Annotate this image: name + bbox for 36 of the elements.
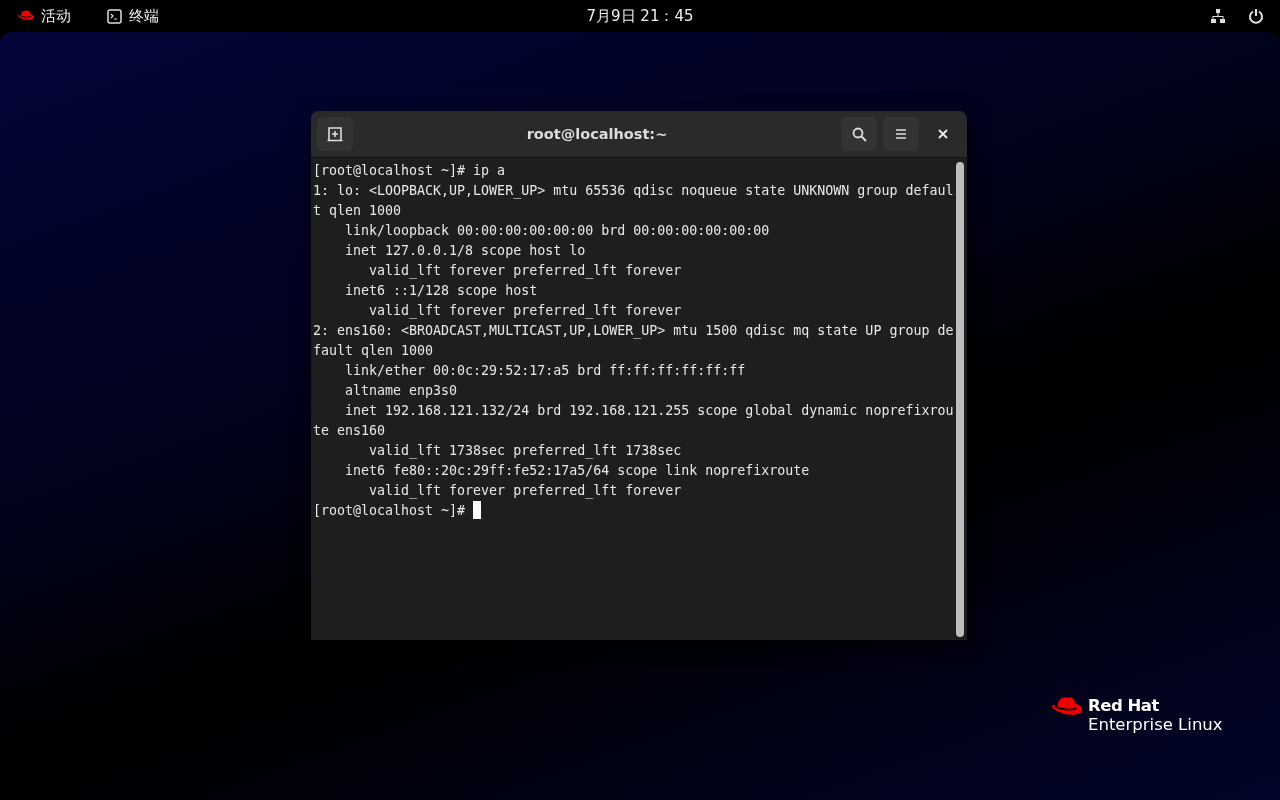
terminal-line: link/ether 00:0c:29:52:17:a5 brd ff:ff:ff:ff:ff:ff — [344, 363, 746, 378]
terminal-icon — [107, 8, 122, 24]
terminal-line: 1: lo: <LOOPBACK,UP,LOWER_UP> mtu 65536 qdisc noqueue state UNKNOWN group defaul — [313, 183, 954, 198]
clock[interactable]: 7月9日 21：45 — [586, 6, 694, 25]
terminal-line: 2: ens160: <BROADCAST,MULTICAST,UP,LOWER_UP> mtu 1500 qdisc mq state UP group de — [313, 323, 954, 338]
terminal-line: valid_lft forever preferred_lft forever — [368, 303, 682, 318]
terminal-line: te ens160 — [313, 423, 386, 438]
search-icon — [851, 126, 867, 142]
terminal-line: [root@localhost ~]# ip a — [313, 163, 506, 178]
terminal-line: inet6 ::1/128 scope host — [344, 283, 538, 298]
terminal-line: link/loopback 00:00:00:00:00:00 brd 00:00:00:00:00:00 — [344, 223, 770, 238]
activities-button[interactable]: 活动 — [41, 6, 71, 26]
network-icon[interactable] — [1210, 8, 1226, 24]
terminal-line: inet 127.0.0.1/8 scope host lo — [344, 243, 586, 258]
logo-text: Red Hat — [1088, 696, 1160, 715]
search-button[interactable] — [841, 117, 877, 151]
logo-text: Enterprise Linux — [1088, 715, 1223, 734]
scrollbar[interactable] — [956, 162, 964, 637]
window-title: root@localhost:~ — [525, 126, 669, 142]
terminal-line: valid_lft 1738sec preferred_lft 1738sec — [368, 443, 682, 458]
terminal-line: valid_lft forever preferred_lft forever — [368, 483, 682, 498]
terminal-line: altname enp3s0 — [344, 383, 458, 398]
new-tab-button[interactable] — [317, 117, 353, 151]
terminal-line: t qlen 1000 — [313, 203, 402, 218]
terminal-line: [root@localhost ~]# — [313, 503, 467, 518]
terminal-line: valid_lft forever preferred_lft forever — [368, 263, 682, 278]
terminal-line: inet6 fe80::20c:29ff:fe52:17a5/64 scope link noprefixroute — [344, 463, 810, 478]
close-icon — [938, 129, 948, 139]
terminal-line: inet 192.168.121.132/24 brd 192.168.121.255 scope global dynamic noprefixrou — [344, 403, 954, 418]
app-menu[interactable]: 终端 — [129, 6, 159, 26]
hat-logo-icon — [17, 9, 35, 23]
new-tab-icon — [327, 126, 343, 142]
terminal-line: fault qlen 1000 — [313, 343, 434, 358]
menu-icon — [895, 128, 907, 140]
menu-button[interactable] — [883, 117, 919, 151]
power-icon[interactable] — [1248, 8, 1264, 24]
